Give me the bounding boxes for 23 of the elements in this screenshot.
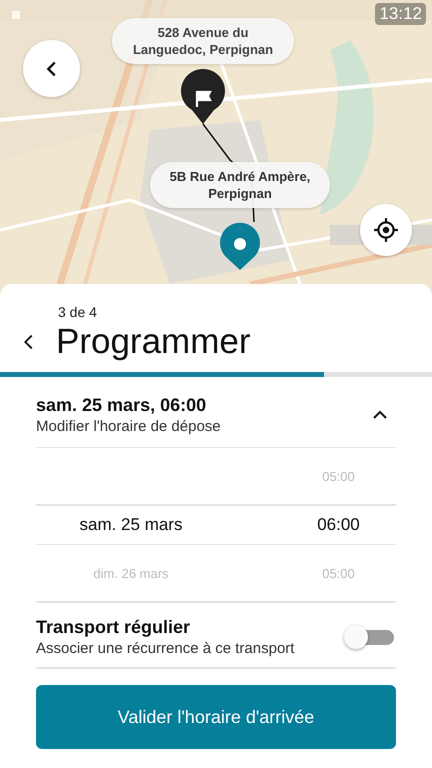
picker-time: 05:00 xyxy=(322,468,355,484)
recurring-toggle[interactable] xyxy=(344,625,396,649)
destination-address-label: 5B Rue André Ampère, Perpignan xyxy=(150,162,330,208)
page-title: Programmer xyxy=(56,322,250,362)
location-pin-icon xyxy=(220,222,260,270)
picker-row[interactable]: sam. 25 mars 06:00 xyxy=(36,506,396,545)
schedule-header[interactable]: sam. 25 mars, 06:00 Modifier l'horaire de dépose xyxy=(36,377,396,448)
caret-icon xyxy=(372,410,388,420)
picker-date: sam. 25 mars xyxy=(80,515,182,535)
schedule-subtitle: Modifier l'horaire de dépose xyxy=(36,418,221,435)
schedule-title: sam. 25 mars, 06:00 xyxy=(36,395,208,416)
step-counter: 3 de 4 xyxy=(58,304,98,320)
flag-pin-icon xyxy=(181,69,225,124)
recurring-title: Transport régulier xyxy=(36,617,192,638)
notification-icon xyxy=(11,10,21,20)
submit-button[interactable]: Valider l'horaire d'arrivée xyxy=(36,685,396,749)
picker-time: 06:00 xyxy=(317,515,360,535)
origin-address-label: 528 Avenue du Languedoc, Perpignan xyxy=(112,18,294,64)
crosshair-icon xyxy=(373,217,399,243)
picker-time: 05:00 xyxy=(322,566,355,580)
recurring-subtitle: Associer une récurrence à ce transport xyxy=(36,640,294,657)
picker-date: dim. 26 mars xyxy=(93,566,169,580)
status-time: 13:12 xyxy=(375,3,426,25)
